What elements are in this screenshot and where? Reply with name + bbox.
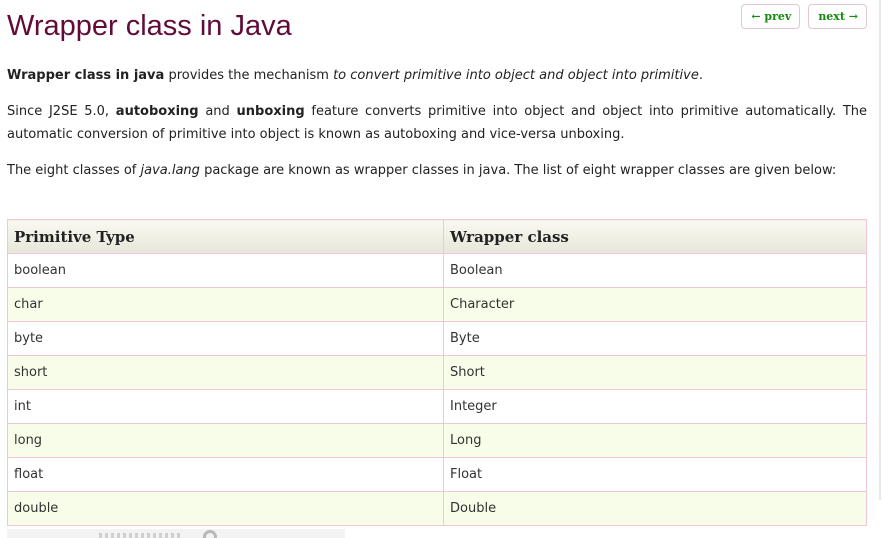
google-logo-icon — [203, 530, 217, 538]
wrapper-cell: Boolean — [443, 253, 867, 288]
unboxing-strong: unboxing — [236, 104, 305, 119]
article: ← prev next → Wrapper class in Java Wrap… — [7, 0, 867, 538]
autoboxing-strong: autoboxing — [115, 104, 199, 119]
primitive-cell: boolean — [7, 253, 444, 288]
primitive-cell: short — [7, 355, 444, 390]
autoboxing-paragraph: Since J2SE 5.0, autoboxing and unboxing … — [7, 100, 867, 146]
intro-emphasis: to convert primitive into object and obj… — [333, 68, 699, 83]
table-header-row: Primitive Type Wrapper class — [7, 219, 867, 254]
next-button[interactable]: next → — [808, 4, 867, 29]
table-row: boolean Boolean — [7, 253, 867, 288]
article-body: Wrapper class in java provides the mecha… — [7, 64, 867, 195]
intro-text-2: . — [698, 68, 703, 83]
wrapper-class-table: Primitive Type Wrapper class boolean Boo… — [7, 219, 867, 526]
ad-placeholder-text — [99, 533, 183, 538]
wrapper-cell: Double — [443, 491, 867, 526]
ad-banner[interactable] — [7, 529, 345, 538]
header-primitive-type: Primitive Type — [7, 219, 444, 254]
table-row: int Integer — [7, 389, 867, 424]
table-row: byte Byte — [7, 321, 867, 356]
wrapper-cell: Float — [443, 457, 867, 492]
classes-text-1: The eight classes of — [7, 163, 141, 178]
pagination-nav: ← prev next → — [741, 4, 867, 29]
wrapper-cell: Integer — [443, 389, 867, 424]
wrapper-cell: Character — [443, 287, 867, 322]
primitive-cell: long — [7, 423, 444, 458]
classes-text-2: package are known as wrapper classes in … — [199, 163, 837, 178]
scrollbar-track[interactable] — [879, 0, 881, 500]
intro-strong: Wrapper class in java — [7, 68, 165, 83]
primitive-cell: char — [7, 287, 444, 322]
intro-paragraph: Wrapper class in java provides the mecha… — [7, 64, 867, 87]
primitive-cell: byte — [7, 321, 444, 356]
autoboxing-text-2: and — [198, 104, 237, 119]
intro-text-1: provides the mechanism — [164, 68, 334, 83]
autoboxing-text-1: Since J2SE 5.0, — [7, 104, 116, 119]
table-row: long Long — [7, 423, 867, 458]
header-wrapper-class: Wrapper class — [443, 219, 867, 254]
primitive-cell: float — [7, 457, 444, 492]
wrapper-cell: Byte — [443, 321, 867, 356]
table-row: float Float — [7, 457, 867, 492]
primitive-cell: double — [7, 491, 444, 526]
package-emphasis: java.lang — [140, 163, 200, 178]
prev-button[interactable]: ← prev — [741, 4, 801, 29]
table-row: double Double — [7, 491, 867, 526]
primitive-cell: int — [7, 389, 444, 424]
page-title: Wrapper class in Java — [7, 10, 292, 42]
classes-paragraph: The eight classes of java.lang package a… — [7, 159, 867, 182]
wrapper-cell: Short — [443, 355, 867, 390]
wrapper-cell: Long — [443, 423, 867, 458]
table-row: char Character — [7, 287, 867, 322]
table-row: short Short — [7, 355, 867, 390]
